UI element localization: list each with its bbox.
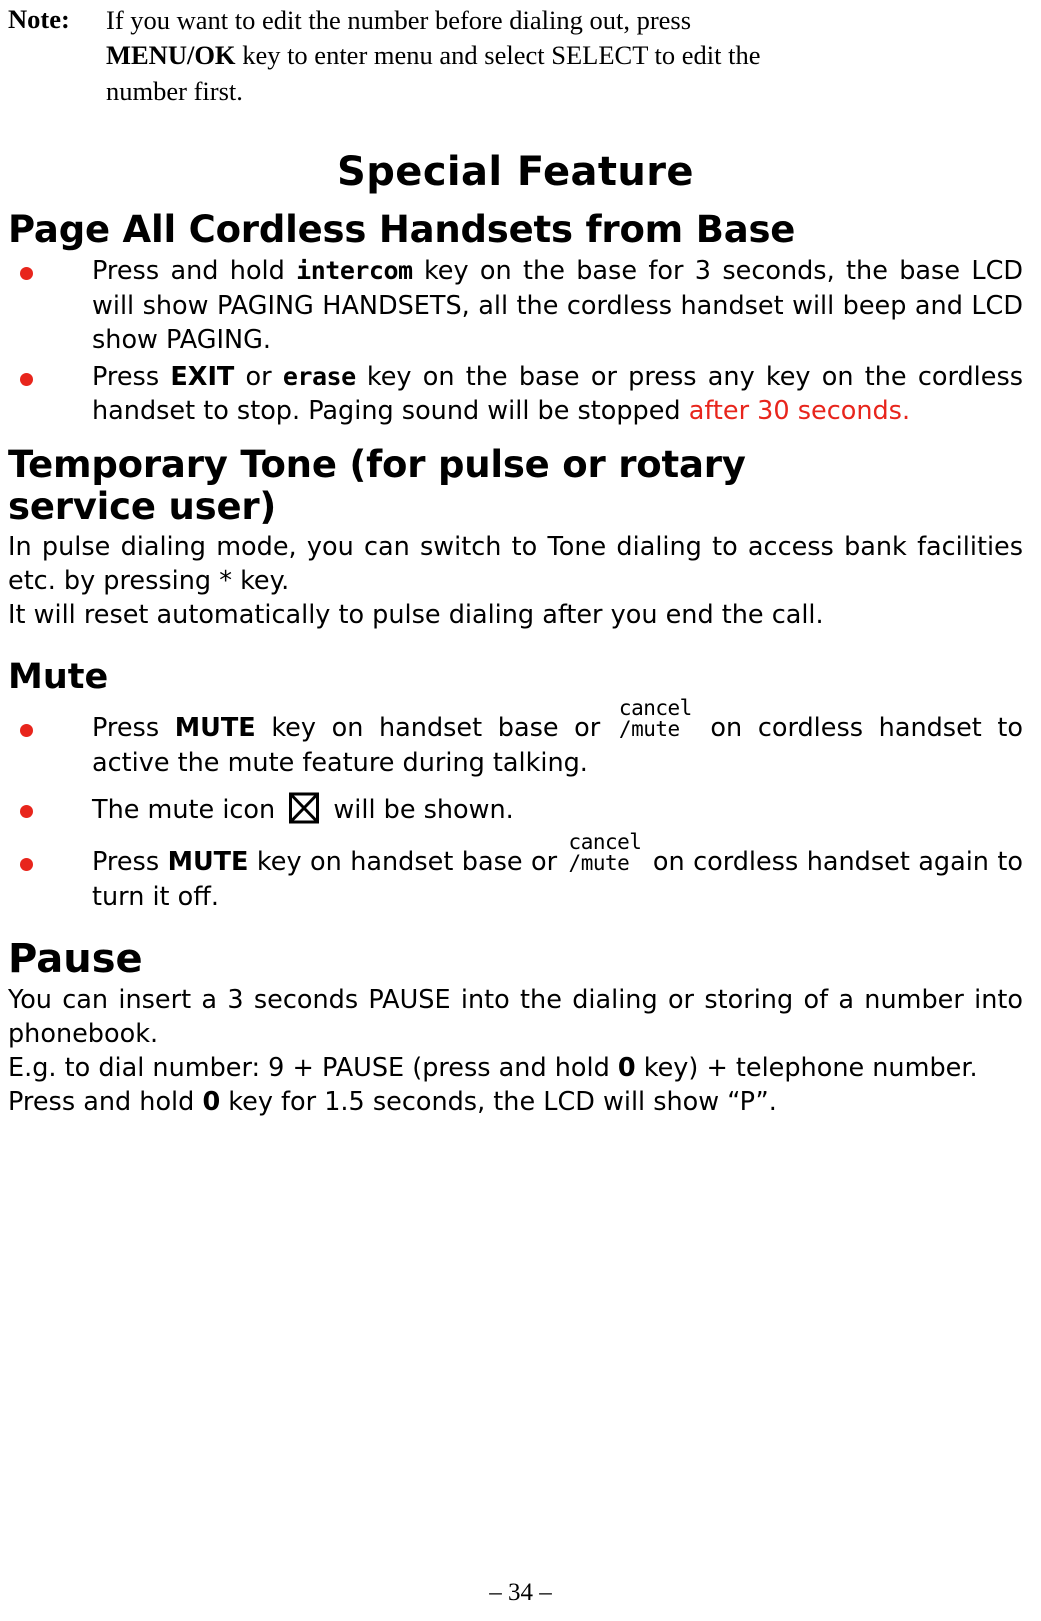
bullet-2-mid: or (234, 361, 283, 392)
mute-key-label: MUTE (174, 713, 256, 744)
pause-p3-b: key for 1.5 seconds, the LCD will show “… (220, 1086, 777, 1117)
section-heading-mute: Mute (8, 657, 109, 698)
erase-key-label: erase (282, 361, 356, 391)
mute-key-label: MUTE (167, 847, 249, 878)
intercom-key-label: intercom (296, 256, 413, 286)
mute-key-bottom-label: /mute (618, 717, 680, 742)
exit-key-label: EXIT (170, 361, 235, 392)
section-heading-pause: Pause (8, 936, 143, 983)
mute-b1-pre: Press (92, 713, 175, 744)
list-item: The mute icon will be shown. (8, 792, 1023, 827)
pause-p2-b: key) + telephone number. (635, 1053, 978, 1083)
pause-p2-a: E.g. to dial number: 9 + PAUSE (press an… (8, 1053, 618, 1083)
list-item: Press and hold intercom key on the base … (8, 254, 1023, 357)
note-line-3: number first. (106, 75, 243, 106)
mute-b3-pre: Press (92, 847, 168, 878)
section-heading-temporary-tone: Temporary Tone (for pulse or rotary serv… (8, 444, 1023, 527)
note-menu-ok-key: MENU/OK (106, 40, 236, 71)
note-block: Note: If you want to edit the number bef… (8, 0, 1023, 109)
pause-p3-a: Press and hold (8, 1086, 203, 1117)
zero-key-label: 0 (617, 1053, 636, 1083)
pause-paragraph-1: You can insert a 3 seconds PAUSE into th… (8, 985, 1023, 1050)
mute-key-bottom-label: /mute (568, 851, 630, 876)
cancel-mute-key-label: cancel/mute (618, 696, 692, 742)
list-item: Press MUTE key on handset base or cancel… (8, 830, 1023, 914)
bullet-2-pre: Press (92, 361, 171, 392)
mute-b3-mid: key on handset base or (248, 847, 566, 878)
bullet-1-pre: Press and hold (92, 256, 297, 287)
bullet-2-red-note: after 30 seconds. (688, 396, 911, 427)
pause-paragraph-3: Press and hold 0 key for 1.5 seconds, th… (8, 1086, 1023, 1120)
page-title: Special Feature (337, 148, 694, 195)
mute-b2-pre: The mute icon (92, 794, 284, 825)
mute-icon (289, 792, 320, 824)
temporary-tone-paragraph-1: In pulse dialing mode, you can switch to… (8, 532, 1023, 597)
mute-b1-mid: key on handset base or (255, 713, 616, 744)
temporary-tone-line-1: Temporary Tone (for pulse or rotary (8, 443, 746, 487)
mute-bullet-list: Press MUTE key on handset base or cancel… (8, 696, 1023, 914)
note-line-2: key to enter menu and select SELECT to e… (235, 40, 761, 71)
mute-b2-post: will be shown. (325, 794, 514, 825)
note-label: Note: (8, 4, 70, 34)
document-page: Note: If you want to edit the number bef… (0, 0, 1041, 1621)
cancel-mute-key-label: cancel/mute (568, 830, 642, 876)
list-item: Press MUTE key on handset base or cancel… (8, 696, 1023, 780)
temporary-tone-line-2: service user) (8, 484, 277, 528)
pause-paragraph-2: E.g. to dial number: 9 + PAUSE (press an… (8, 1052, 1023, 1086)
section-heading-page-all: Page All Cordless Handsets from Base (8, 207, 796, 251)
page-all-bullet-list: Press and hold intercom key on the base … (8, 254, 1023, 428)
zero-key-label: 0 (202, 1086, 221, 1117)
note-line-1: If you want to edit the number before di… (106, 5, 692, 36)
list-item: Press EXIT or erase key on the base or p… (8, 360, 1023, 429)
temporary-tone-paragraph-2: It will reset automatically to pulse dia… (8, 600, 824, 631)
page-footer: – 34 – (489, 1579, 552, 1606)
